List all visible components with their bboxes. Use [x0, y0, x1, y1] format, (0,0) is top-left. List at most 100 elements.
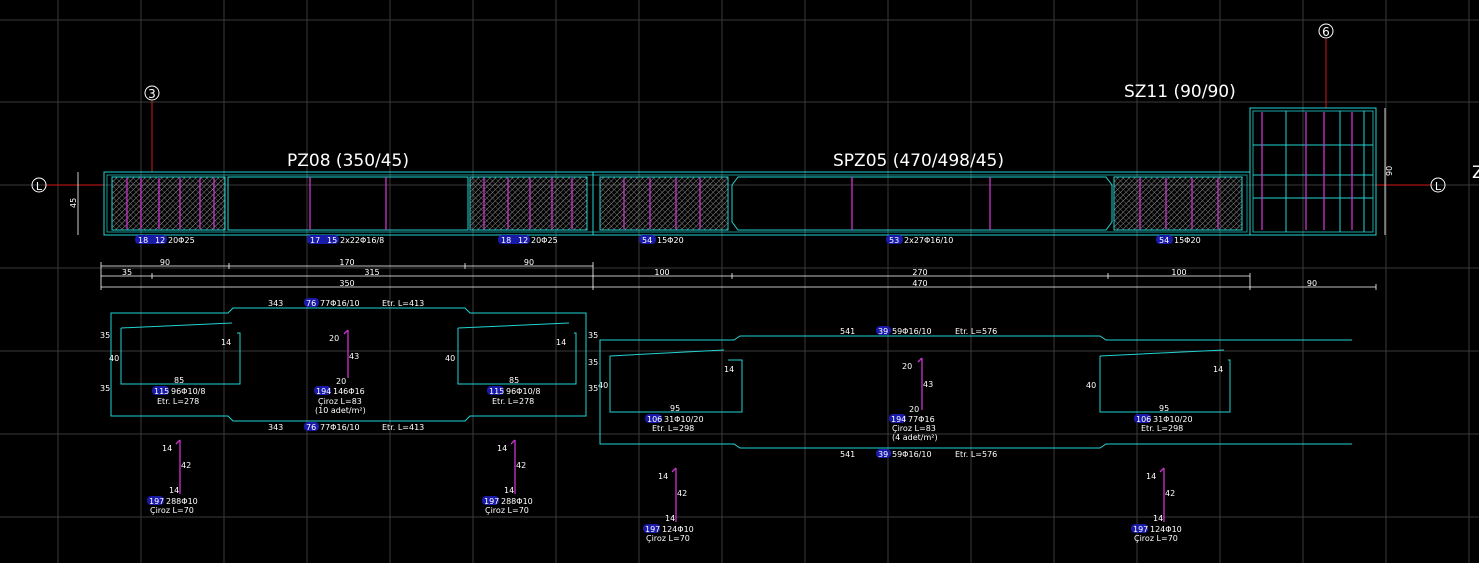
axis-lines	[46, 39, 1431, 186]
small-ciroz-4[interactable]: 14 42 14 197 124Φ10 Çiroz L=70	[1131, 467, 1182, 543]
section-cut-letter: Z	[1472, 163, 1479, 183]
svg-text:96Φ10/8: 96Φ10/8	[506, 387, 540, 396]
svg-text:90: 90	[524, 258, 534, 267]
svg-text:2x22Φ16/8: 2x22Φ16/8	[340, 236, 384, 245]
svg-text:31Φ10/20: 31Φ10/20	[1153, 415, 1193, 424]
svg-text:Etr. L=278: Etr. L=278	[492, 397, 534, 406]
bar-mark-3[interactable]: 18 12 20Φ25	[498, 235, 558, 245]
svg-text:100: 100	[654, 268, 669, 277]
svg-text:14: 14	[497, 444, 507, 453]
axis-bubble-6[interactable]: 6	[1318, 23, 1334, 39]
title-sz11[interactable]: SZ11 (90/90)	[1124, 82, 1236, 102]
svg-text:42: 42	[677, 489, 687, 498]
axis-bubble-3[interactable]: 3	[144, 85, 160, 101]
svg-text:14: 14	[221, 338, 231, 347]
svg-text:77Φ16/10: 77Φ16/10	[320, 299, 360, 308]
svg-text:35: 35	[588, 358, 598, 367]
svg-text:15Φ20: 15Φ20	[1174, 236, 1201, 245]
svg-text:Etr. L=278: Etr. L=278	[157, 397, 199, 406]
svg-text:115: 115	[489, 387, 504, 396]
axis-label-3: 3	[148, 87, 156, 101]
svg-text:31Φ10/20: 31Φ10/20	[664, 415, 704, 424]
svg-text:2x27Φ16/10: 2x27Φ16/10	[904, 236, 953, 245]
title-spz05[interactable]: SPZ05 (470/498/45)	[833, 151, 1004, 171]
bar-mark-6[interactable]: 54 15Φ20	[1156, 235, 1201, 245]
svg-text:197: 197	[645, 525, 660, 534]
axis-label-6: 6	[1322, 25, 1330, 39]
dimension-lines[interactable]: 90 170 90 35 315 100 270 100 350 470 90	[100, 258, 1377, 290]
svg-text:35: 35	[100, 384, 110, 393]
column-sz11[interactable]: 90	[1249, 107, 1394, 236]
svg-text:194: 194	[316, 387, 331, 396]
svg-text:Çiroz L=83: Çiroz L=83	[892, 424, 936, 433]
svg-text:20: 20	[909, 405, 919, 414]
svg-text:Etr. L=413: Etr. L=413	[382, 423, 424, 432]
svg-text:77Φ16: 77Φ16	[908, 415, 935, 424]
svg-text:270: 270	[912, 268, 927, 277]
svg-text:100: 100	[1171, 268, 1186, 277]
bar-mark-4[interactable]: 54 15Φ20	[639, 235, 684, 245]
svg-text:20: 20	[329, 334, 339, 343]
svg-text:541: 541	[840, 450, 855, 459]
svg-text:106: 106	[647, 415, 662, 424]
svg-text:124Φ10: 124Φ10	[662, 525, 694, 534]
svg-text:Çiroz L=70: Çiroz L=70	[150, 506, 194, 515]
svg-text:43: 43	[349, 352, 359, 361]
svg-text:Çiroz L=70: Çiroz L=70	[646, 534, 690, 543]
spz05-rebar-detail[interactable]: 541 39 59Φ16/10 Etr. L=576 541 39 59Φ16/…	[599, 326, 1352, 459]
svg-text:115: 115	[154, 387, 169, 396]
svg-text:20Φ25: 20Φ25	[531, 236, 558, 245]
svg-text:77Φ16/10: 77Φ16/10	[320, 423, 360, 432]
svg-text:14: 14	[1213, 365, 1223, 374]
bar-mark-5[interactable]: 53 2x27Φ16/10	[886, 235, 953, 245]
svg-text:(10 adet/m²): (10 adet/m²)	[315, 406, 366, 415]
svg-text:Çiroz L=70: Çiroz L=70	[485, 506, 529, 515]
small-ciroz-2[interactable]: 14 42 14 197 288Φ10 Çiroz L=70	[482, 439, 533, 515]
svg-text:350: 350	[339, 279, 354, 288]
svg-text:15Φ20: 15Φ20	[657, 236, 684, 245]
svg-text:170: 170	[339, 258, 354, 267]
svg-text:18: 18	[138, 236, 148, 245]
svg-text:39: 39	[878, 327, 888, 336]
svg-text:14: 14	[1153, 514, 1163, 523]
pz08-rebar-detail[interactable]: 343 76 77Φ16/10 Etr. L=413 343 76 77Φ16/…	[100, 298, 608, 432]
svg-text:39: 39	[878, 450, 888, 459]
svg-text:40: 40	[109, 354, 119, 363]
svg-text:53: 53	[889, 236, 899, 245]
svg-text:20Φ25: 20Φ25	[168, 236, 195, 245]
svg-text:59Φ16/10: 59Φ16/10	[892, 327, 932, 336]
svg-text:95: 95	[670, 404, 680, 413]
svg-text:40: 40	[445, 354, 455, 363]
svg-text:35: 35	[588, 384, 598, 393]
svg-text:124Φ10: 124Φ10	[1150, 525, 1182, 534]
svg-text:Etr. L=298: Etr. L=298	[1141, 424, 1183, 433]
svg-text:12: 12	[155, 236, 165, 245]
wall-plan[interactable]	[103, 171, 1251, 236]
small-ciroz-3[interactable]: 14 42 14 197 124Φ10 Çiroz L=70	[643, 467, 694, 543]
column-height-label: 90	[1385, 166, 1394, 176]
svg-text:Çiroz L=70: Çiroz L=70	[1134, 534, 1178, 543]
svg-text:343: 343	[268, 299, 283, 308]
svg-text:40: 40	[1086, 381, 1096, 390]
svg-text:14: 14	[658, 472, 668, 481]
svg-text:197: 197	[484, 497, 499, 506]
bar-mark-2[interactable]: 17 15 2x22Φ16/8	[307, 235, 384, 245]
svg-text:288Φ10: 288Φ10	[166, 497, 198, 506]
svg-text:Etr. L=413: Etr. L=413	[382, 299, 424, 308]
wall-height-label: 45	[69, 198, 78, 208]
svg-text:54: 54	[1159, 236, 1169, 245]
svg-text:95: 95	[1159, 404, 1169, 413]
svg-text:90: 90	[160, 258, 170, 267]
cad-drawing-canvas[interactable]: 3 6 L L Z PZ08 (350/45) SPZ05 (470/498/4…	[0, 0, 1479, 563]
svg-text:35: 35	[588, 331, 598, 340]
title-pz08[interactable]: PZ08 (350/45)	[287, 151, 409, 171]
axis-label-l-right: L	[1435, 180, 1442, 193]
background-grid	[0, 0, 1479, 563]
small-ciroz-1[interactable]: 14 42 14 197 288Φ10 Çiroz L=70	[147, 439, 198, 515]
bar-mark-1[interactable]: 18 12 20Φ25	[135, 235, 195, 245]
svg-text:14: 14	[665, 514, 675, 523]
svg-text:54: 54	[642, 236, 652, 245]
svg-text:90: 90	[1307, 279, 1317, 288]
svg-text:Etr. L=298: Etr. L=298	[652, 424, 694, 433]
svg-text:194: 194	[891, 415, 906, 424]
